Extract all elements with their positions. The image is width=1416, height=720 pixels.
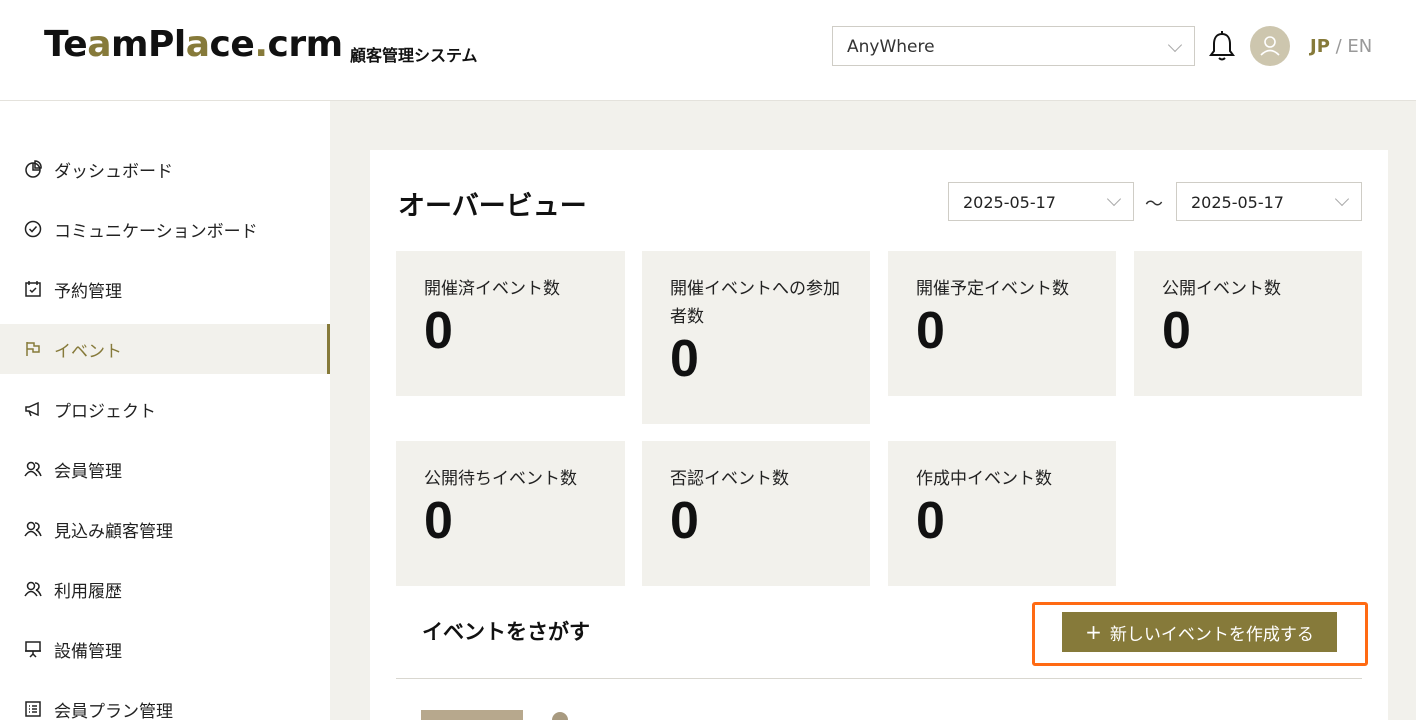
sidebar-item-reservations[interactable]: 予約管理	[0, 264, 330, 314]
app-logo[interactable]: TeamPlace.crm	[44, 24, 343, 65]
organization-select[interactable]: AnyWhere	[832, 26, 1195, 66]
chevron-down-icon	[1167, 37, 1183, 53]
flag-icon	[26, 342, 40, 356]
date-to-picker[interactable]: 2025-05-17	[1176, 182, 1362, 221]
sidebar-item-facilities[interactable]: 設備管理	[0, 624, 330, 674]
megaphone-icon	[25, 401, 39, 417]
sidebar-item-usage-history[interactable]: 利用履歴	[0, 564, 330, 614]
plus-icon: +	[1085, 620, 1102, 644]
sidebar-item-dashboard[interactable]: ダッシュボード	[0, 144, 330, 194]
user-icon	[1260, 36, 1280, 56]
date-range-separator: ～	[1145, 194, 1163, 215]
sidebar-item-events[interactable]: イベント	[0, 324, 330, 374]
app-subtitle: 顧客管理システム	[350, 46, 478, 65]
organizer-avatar	[552, 712, 568, 720]
stat-card-held-events: 開催済イベント数 0	[396, 251, 625, 396]
list-icon	[25, 701, 41, 717]
stat-value: 0	[1162, 302, 1191, 360]
sidebar-item-communication-board[interactable]: コミュニケーションボード	[0, 204, 330, 254]
user-avatar[interactable]	[1250, 26, 1290, 66]
bell-icon[interactable]	[1207, 30, 1237, 62]
sidebar-item-projects[interactable]: プロジェクト	[0, 384, 330, 434]
lang-jp[interactable]: JP	[1310, 36, 1330, 57]
lang-en[interactable]: EN	[1347, 36, 1372, 57]
event-thumbnail[interactable]	[421, 710, 523, 720]
chevron-down-icon	[1334, 191, 1350, 207]
users-icon	[24, 581, 42, 597]
stat-card-participants: 開催イベントへの参加者数 0	[642, 251, 870, 424]
presentation-icon	[25, 641, 41, 658]
stat-card-pending-events: 公開待ちイベント数 0	[396, 441, 625, 586]
event-search-title: イベントをさがす	[422, 620, 590, 644]
create-event-button[interactable]: + 新しいイベントを作成する	[1062, 612, 1337, 652]
organization-select-value: AnyWhere	[847, 37, 935, 57]
sidebar-item-prospects[interactable]: 見込み顧客管理	[0, 504, 330, 554]
users-icon	[24, 461, 42, 477]
stat-value: 0	[916, 302, 945, 360]
stat-card-draft-events: 作成中イベント数 0	[888, 441, 1116, 586]
stat-card-scheduled-events: 開催予定イベント数 0	[888, 251, 1116, 396]
sidebar-item-members[interactable]: 会員管理	[0, 444, 330, 494]
language-switcher[interactable]: JP / EN	[1310, 36, 1372, 57]
calendar-check-icon	[25, 281, 41, 297]
page-title: オーバービュー	[398, 191, 587, 222]
sidebar-nav: ダッシュボード コミュニケーションボード 予約管理 イベント プロジェクト 会員…	[0, 101, 330, 720]
stat-card-rejected-events: 否認イベント数 0	[642, 441, 870, 586]
sidebar-item-member-plans[interactable]: 会員プラン管理	[0, 684, 330, 720]
stat-card-public-events: 公開イベント数 0	[1134, 251, 1362, 396]
chevron-down-icon	[1106, 191, 1122, 207]
stat-value: 0	[916, 492, 945, 550]
users-icon	[24, 521, 42, 537]
divider	[396, 678, 1362, 679]
overview-panel: オーバービュー 2025-05-17 ～ 2025-05-17 開催済イベント数…	[370, 150, 1388, 720]
pie-chart-icon	[25, 160, 42, 178]
stat-value: 0	[424, 492, 453, 550]
stat-value: 0	[670, 330, 699, 388]
date-from-picker[interactable]: 2025-05-17	[948, 182, 1134, 221]
stat-value: 0	[670, 492, 699, 550]
stat-value: 0	[424, 302, 453, 360]
check-circle-icon	[24, 220, 42, 238]
app-header: TeamPlace.crm 顧客管理システム AnyWhere JP / EN	[0, 0, 1416, 101]
